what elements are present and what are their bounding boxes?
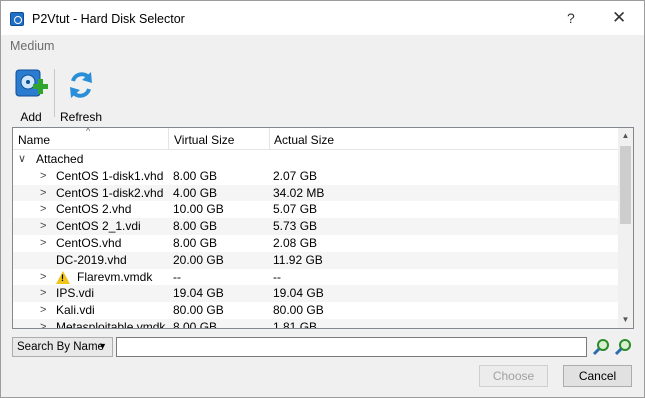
row-name: IPS.vdi	[56, 286, 95, 301]
group-row-attached[interactable]: ∨ Attached	[13, 151, 618, 168]
row-actual-size: 1.81 GB	[273, 319, 318, 329]
table-row[interactable]: > CentOS 1-disk1.vhd 8.00 GB 2.07 GB	[13, 168, 618, 185]
row-virtual-size: 4.00 GB	[173, 185, 218, 200]
column-divider[interactable]	[168, 128, 169, 150]
row-name: DC-2019.vhd	[56, 252, 127, 267]
row-name: CentOS.vhd	[56, 235, 122, 250]
row-virtual-size: 8.00 GB	[173, 219, 218, 234]
row-actual-size: 34.02 MB	[273, 185, 325, 200]
search-previous-icon[interactable]	[592, 338, 610, 356]
row-name: CentOS 2.vhd	[56, 202, 132, 217]
hard-disk-selector-dialog: P2Vtut - Hard Disk Selector ? ✕ Medium A…	[0, 0, 645, 398]
toolbar: Add Refresh	[1, 61, 644, 124]
search-input[interactable]	[116, 337, 587, 357]
collapse-icon[interactable]: ∨	[18, 151, 28, 168]
expand-icon[interactable]: >	[40, 235, 50, 252]
scroll-down-icon[interactable]: ▼	[618, 312, 633, 328]
row-virtual-size: 8.00 GB	[173, 235, 218, 250]
add-button-label: Add	[20, 110, 42, 124]
row-name: Flarevm.vmdk	[77, 269, 153, 284]
row-virtual-size: 10.00 GB	[173, 202, 224, 217]
row-actual-size: 2.08 GB	[273, 235, 318, 250]
table-row[interactable]: > Metasploitable.vmdk 8.00 GB 1.81 GB	[13, 318, 618, 329]
expand-icon[interactable]: >	[40, 201, 50, 218]
search-mode-dropdown[interactable]: Search By Name ▼	[12, 337, 113, 357]
media-table[interactable]: ^ Name Virtual Size Actual Size ∨ Attach…	[12, 127, 634, 329]
column-divider[interactable]	[269, 128, 270, 150]
table-row[interactable]: > CentOS.vhd 8.00 GB 2.08 GB	[13, 235, 618, 252]
expand-icon[interactable]: >	[40, 168, 50, 185]
table-row[interactable]: > CentOS 2.vhd 10.00 GB 5.07 GB	[13, 201, 618, 218]
search-mode-value: Search By Name	[17, 341, 104, 353]
table-row[interactable]: DC-2019.vhd 20.00 GB 11.92 GB	[13, 251, 618, 269]
row-name: CentOS 1-disk1.vhd	[56, 168, 164, 183]
column-header-actual-size[interactable]: Actual Size	[274, 133, 334, 147]
row-virtual-size: 80.00 GB	[173, 303, 224, 318]
cancel-button[interactable]: Cancel	[563, 365, 632, 387]
search-bar: Search By Name ▼	[12, 337, 634, 359]
table-row[interactable]: > CentOS 2_1.vdi 8.00 GB 5.73 GB	[13, 218, 618, 235]
row-virtual-size: 20.00 GB	[173, 252, 224, 267]
add-disk-icon	[15, 69, 48, 97]
refresh-button[interactable]: Refresh	[59, 67, 103, 124]
expand-icon[interactable]: >	[40, 302, 50, 319]
medium-section-label: Medium	[10, 39, 55, 53]
toolbar-separator	[54, 69, 55, 117]
column-header-virtual-size[interactable]: Virtual Size	[174, 133, 234, 147]
column-header-name[interactable]: Name	[18, 133, 50, 147]
virtualbox-app-icon	[10, 12, 24, 26]
expand-icon[interactable]: >	[40, 269, 50, 286]
row-virtual-size: --	[173, 269, 181, 284]
expand-icon[interactable]: >	[40, 185, 50, 202]
table-header: ^ Name Virtual Size Actual Size	[13, 128, 618, 150]
refresh-button-label: Refresh	[59, 110, 103, 124]
row-virtual-size: 8.00 GB	[173, 319, 218, 329]
close-button[interactable]: ✕	[612, 8, 626, 28]
row-actual-size: 5.07 GB	[273, 202, 318, 217]
search-next-icon[interactable]	[614, 338, 632, 356]
table-row[interactable]: > Kali.vdi 80.00 GB 80.00 GB	[13, 302, 618, 319]
expand-icon[interactable]: >	[40, 218, 50, 235]
scrollbar-thumb[interactable]	[620, 146, 631, 224]
table-row[interactable]: > CentOS 1-disk2.vhd 4.00 GB 34.02 MB	[13, 184, 618, 202]
title-bar: P2Vtut - Hard Disk Selector ? ✕	[1, 1, 644, 35]
table-row[interactable]: > ! Flarevm.vmdk -- --	[13, 269, 618, 286]
scroll-up-icon[interactable]: ▲	[618, 128, 633, 144]
row-actual-size: 2.07 GB	[273, 168, 318, 183]
row-virtual-size: 8.00 GB	[173, 168, 218, 183]
dropdown-arrow-icon: ▼	[98, 341, 107, 351]
row-actual-size: --	[273, 269, 281, 284]
row-name: Metasploitable.vmdk	[56, 319, 166, 329]
table-row[interactable]: > IPS.vdi 19.04 GB 19.04 GB	[13, 285, 618, 303]
help-button[interactable]: ?	[567, 10, 575, 26]
row-actual-size: 11.92 GB	[273, 252, 323, 267]
sort-ascending-icon: ^	[86, 127, 91, 136]
group-label: Attached	[36, 152, 84, 166]
choose-button[interactable]: Choose	[479, 365, 548, 387]
expand-icon[interactable]: >	[40, 285, 50, 302]
table-body: ∨ Attached > CentOS 1-disk1.vhd 8.00 GB …	[13, 151, 618, 329]
row-actual-size: 19.04 GB	[273, 286, 324, 301]
add-button[interactable]: Add	[9, 67, 53, 124]
row-name: CentOS 2_1.vdi	[56, 219, 141, 234]
vertical-scrollbar[interactable]: ▲ ▼	[618, 128, 633, 328]
row-actual-size: 80.00 GB	[273, 303, 324, 318]
window-title: P2Vtut - Hard Disk Selector	[32, 12, 185, 26]
refresh-icon	[70, 72, 92, 98]
row-actual-size: 5.73 GB	[273, 219, 318, 234]
row-name: CentOS 1-disk2.vhd	[56, 185, 164, 200]
row-virtual-size: 19.04 GB	[173, 286, 224, 301]
expand-icon[interactable]: >	[40, 319, 50, 328]
warning-mark: !	[61, 272, 64, 283]
row-name: Kali.vdi	[56, 303, 95, 318]
